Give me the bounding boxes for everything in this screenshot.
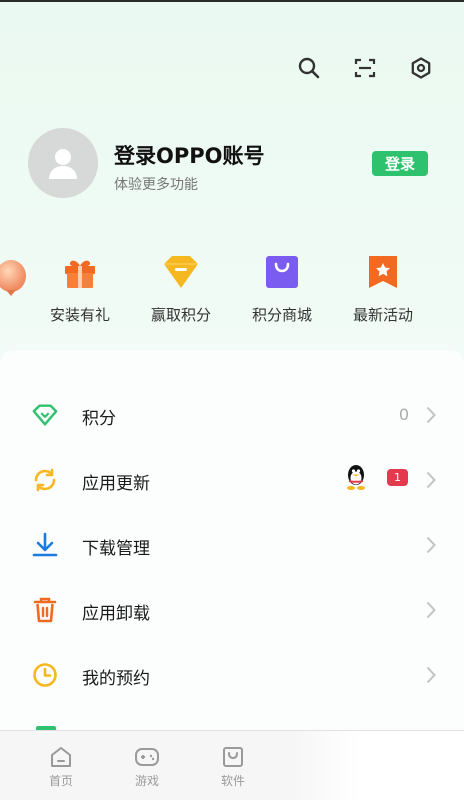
menu-item-app-updates[interactable]: 应用更新 1 [0, 447, 464, 511]
diamond-icon [32, 402, 58, 428]
chevron-right-icon [426, 471, 436, 493]
tab-home[interactable]: 首页 [18, 731, 104, 800]
profile-title: 登录OPPO账号 [114, 144, 265, 168]
quick-label: 最新活动 [352, 306, 413, 324]
menu-label: 应用卸载 [82, 604, 150, 624]
profile-subtitle: 体验更多功能 [114, 177, 198, 193]
menu-label: 应用更新 [82, 474, 150, 494]
update-count-badge: 1 [387, 469, 408, 486]
menu-label: 积分 [82, 409, 116, 429]
menu-item-points[interactable]: 积分 0 [0, 382, 464, 446]
chevron-right-icon [426, 536, 436, 558]
chevron-right-icon [426, 406, 436, 428]
menu-item-my-reservations[interactable]: 我的预约 [0, 642, 464, 706]
menu-list: 积分 0 应用更新 1 下载管理 应用卸载 我的预约 [0, 350, 464, 750]
home-icon [18, 744, 104, 770]
app-bag-icon [190, 744, 276, 770]
menu-label: 我的预约 [82, 669, 150, 689]
gamepad-icon [104, 744, 190, 770]
download-icon [32, 532, 58, 558]
bottom-tab-bar: 首页 游戏 软件 [0, 730, 464, 800]
quick-label: 安装有礼 [49, 306, 110, 324]
profile-card[interactable]: 登录OPPO账号 体验更多功能 登录 [28, 128, 438, 200]
status-line [0, 0, 464, 2]
quick-earn-points[interactable]: 赢取积分 [131, 252, 231, 325]
quick-actions: 安装有礼 赢取积分 积分商城 最新活动 [0, 252, 464, 332]
search-icon[interactable] [296, 55, 322, 81]
tab-highlight-area [290, 731, 464, 800]
quick-latest-events[interactable]: 最新活动 [333, 252, 433, 325]
chevron-right-icon [426, 601, 436, 623]
refresh-icon [32, 467, 58, 493]
clock-icon [32, 662, 58, 688]
points-value: 0 [398, 405, 409, 424]
star-bookmark-icon [333, 252, 433, 292]
avatar[interactable] [28, 128, 98, 198]
quick-label: 积分商城 [251, 306, 312, 324]
tab-games[interactable]: 游戏 [104, 731, 190, 800]
login-button[interactable]: 登录 [372, 151, 428, 176]
header-actions [296, 55, 434, 81]
quick-label: 赢取积分 [150, 306, 211, 324]
tab-label: 首页 [48, 774, 73, 788]
qq-app-icon [344, 463, 368, 491]
quick-install-gift[interactable]: 安装有礼 [30, 252, 130, 325]
menu-item-download-manager[interactable]: 下载管理 [0, 512, 464, 576]
tab-software[interactable]: 软件 [190, 731, 276, 800]
quick-points-mall[interactable]: 积分商城 [232, 252, 332, 325]
menu-label: 下载管理 [82, 539, 150, 559]
shopping-bag-icon [232, 252, 332, 292]
chevron-right-icon [426, 666, 436, 688]
tab-label: 游戏 [134, 774, 159, 788]
tab-label: 软件 [220, 774, 245, 788]
gift-icon [30, 252, 130, 292]
trash-icon [32, 597, 58, 623]
menu-item-app-uninstall[interactable]: 应用卸载 [0, 577, 464, 641]
scan-icon[interactable] [352, 55, 378, 81]
settings-icon[interactable] [408, 55, 434, 81]
gem-icon [131, 252, 231, 292]
